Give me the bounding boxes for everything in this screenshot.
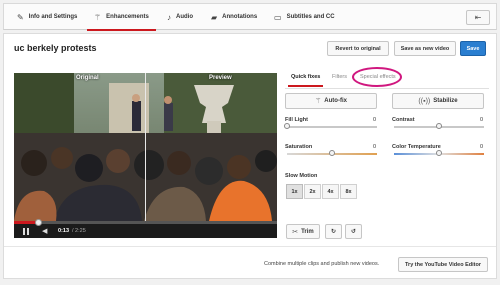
preview-label: Preview [209, 75, 232, 81]
fill-light-slider[interactable] [284, 123, 377, 129]
magic-wand-icon: ⚚ [94, 12, 102, 22]
rotate-left-button[interactable]: ↺ [345, 224, 362, 239]
editor-panel: uc berkely protests Revert to original S… [3, 33, 497, 279]
magic-wand-icon: ⚚ [315, 98, 322, 105]
contrast-slider[interactable] [394, 123, 484, 129]
save-button[interactable]: Save [460, 41, 486, 56]
video-player[interactable]: Original Preview ◀ 0:13 / 2:25 [14, 73, 277, 238]
editor-tab-bar: ✎ Info and Settings ⚚ Enhancements ♪ Aud… [3, 3, 497, 31]
stabilize-label: Stabilize [433, 98, 458, 104]
player-controls: ◀ 0:13 / 2:25 [14, 219, 277, 238]
rotate-left-icon: ↺ [350, 229, 357, 235]
pencil-icon: ✎ [17, 12, 24, 22]
rotate-right-icon: ↻ [330, 229, 337, 235]
tab-audio-label: Audio [176, 14, 193, 20]
tab-enhancements-label: Enhancements [106, 14, 149, 20]
tab-audio[interactable]: ♪ Audio [167, 4, 193, 30]
footer-divider [4, 246, 496, 247]
video-title: uc berkely protests [14, 43, 97, 53]
speech-bubble-icon: ▰ [211, 12, 218, 22]
tab-subtitles[interactable]: ▭ Subtitles and CC [274, 4, 335, 30]
tab-quick-fixes[interactable]: Quick fixes [287, 74, 324, 87]
pause-icon[interactable] [23, 228, 30, 235]
split-view-divider[interactable] [145, 73, 146, 221]
save-as-new-video-button[interactable]: Save as new video [394, 41, 456, 56]
saturation-value: 0 [373, 144, 377, 150]
trim-button[interactable]: ✂ Trim [286, 224, 320, 239]
color-temperature-value: 0 [480, 144, 484, 150]
rotate-right-button[interactable]: ↻ [325, 224, 342, 239]
tab-subtitles-label: Subtitles and CC [286, 14, 335, 20]
auto-fix-label: Auto-fix [324, 98, 347, 104]
saturation-handle[interactable] [329, 150, 335, 156]
tab-enhancements[interactable]: ⚚ Enhancements [87, 4, 156, 31]
back-button[interactable]: ⇤ [466, 10, 490, 25]
slow-motion-4x[interactable]: 4x [322, 184, 339, 199]
slow-motion-label: Slow Motion [285, 173, 318, 179]
highlight-circle [352, 67, 402, 87]
tab-info-label: Info and Settings [28, 14, 78, 20]
tab-annotations[interactable]: ▰ Annotations [211, 4, 257, 30]
color-temperature-handle[interactable] [436, 150, 442, 156]
original-label: Original [76, 75, 99, 81]
revert-to-original-button[interactable]: Revert to original [327, 41, 389, 56]
saturation-label: Saturation [285, 144, 313, 150]
color-temperature-slider[interactable] [394, 150, 484, 156]
tab-filters[interactable]: Filters [332, 74, 347, 80]
music-note-icon: ♪ [167, 12, 171, 22]
saturation-slider[interactable] [287, 150, 377, 156]
color-temperature-label: Color Temperature [392, 144, 441, 150]
contrast-label: Contrast [392, 117, 415, 123]
cc-icon: ▭ [274, 12, 282, 22]
back-arrow-icon: ⇤ [474, 13, 482, 22]
progress-bar[interactable] [14, 219, 277, 226]
volume-icon[interactable]: ◀ [42, 227, 47, 235]
progress-scrubber[interactable] [34, 219, 42, 226]
current-time: 0:13 [58, 228, 70, 234]
contrast-handle[interactable] [436, 123, 442, 129]
fill-light-handle[interactable] [284, 123, 290, 129]
contrast-value: 0 [480, 117, 484, 123]
scissors-icon: ✂ [292, 228, 299, 236]
fill-light-label: Fill Light [285, 117, 308, 123]
trim-label: Trim [301, 228, 314, 235]
try-video-editor-button[interactable]: Try the YouTube Video Editor [398, 257, 488, 272]
tab-info-and-settings[interactable]: ✎ Info and Settings [17, 4, 77, 30]
slow-motion-1x[interactable]: 1x [286, 184, 303, 199]
total-time: / 2:25 [72, 228, 86, 234]
stabilize-icon: ((▪)) [418, 97, 431, 105]
footer-text: Combine multiple clips and publish new v… [264, 261, 380, 267]
fill-light-value: 0 [373, 117, 377, 123]
tab-annotations-label: Annotations [222, 14, 258, 20]
slow-motion-8x[interactable]: 8x [340, 184, 357, 199]
auto-fix-button[interactable]: ⚚ Auto-fix [285, 93, 377, 109]
stabilize-button[interactable]: ((▪)) Stabilize [392, 93, 484, 109]
slow-motion-2x[interactable]: 2x [304, 184, 321, 199]
effects-tab-underline [285, 88, 489, 89]
